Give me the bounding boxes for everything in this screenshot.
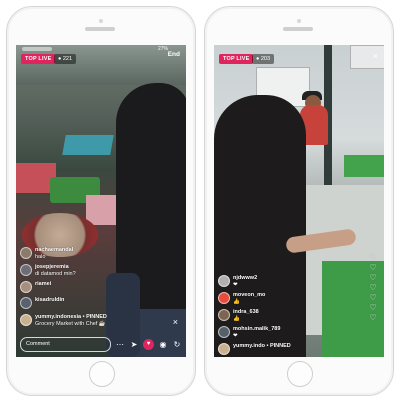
pinned-user[interactable]: yummy.indonesia xyxy=(35,314,81,320)
avatar[interactable] xyxy=(20,297,32,309)
avatar[interactable] xyxy=(218,326,230,338)
home-button[interactable] xyxy=(287,361,313,387)
avatar[interactable] xyxy=(218,292,230,304)
comment-row: indra_638 👍 xyxy=(218,309,358,322)
heart-icon: ♡ xyxy=(369,263,377,272)
comment-message: di datamod min? xyxy=(35,270,76,277)
front-camera xyxy=(297,19,301,23)
comment-row: moveon_mo 👍 xyxy=(218,292,358,305)
heart-icon: ♡ xyxy=(369,293,377,302)
avatar[interactable] xyxy=(218,343,230,355)
speaker-grille xyxy=(85,27,115,31)
top-live-badge: TOP LIVE xyxy=(21,54,56,64)
comment-row: riamei xyxy=(20,281,170,293)
bottom-action-bar: Comment ⋯ ➤ ♥ ◉ ↻ xyxy=(20,336,182,352)
comment-text: njdwww2 ❤ xyxy=(233,275,257,288)
avatar[interactable] xyxy=(20,264,32,276)
comment-user[interactable]: njdwww2 xyxy=(233,275,257,282)
status-bar xyxy=(22,47,52,51)
avatar[interactable] xyxy=(20,314,32,326)
viewer-count: ● 221 xyxy=(54,54,77,64)
comment-text: indra_638 👍 xyxy=(233,309,259,322)
comment-input[interactable]: Comment xyxy=(20,336,111,352)
switch-icon[interactable]: ↻ xyxy=(172,340,182,349)
viewer-count-value: 221 xyxy=(62,56,73,62)
comment-row: njdwww2 ❤ xyxy=(218,275,358,288)
green-crate xyxy=(344,155,384,177)
comment-row: josepjeremia di datamod min? xyxy=(20,264,170,277)
heart-icon: ♡ xyxy=(369,253,377,262)
avatar[interactable] xyxy=(218,275,230,287)
comment-feed: nachaemandal halo josepjeremia di datamo… xyxy=(20,243,170,327)
comment-user[interactable]: mohsin.malik_789 xyxy=(233,326,280,333)
comment-user[interactable]: nachaemandal xyxy=(35,247,73,254)
pinned-tag: • PINNED xyxy=(266,343,291,349)
comment-text: kisadruldin xyxy=(35,297,64,304)
comment-user[interactable]: yummy.indo xyxy=(233,343,265,349)
left-phone: 27% TOP LIVE ● 221 End nachaemandal halo… xyxy=(6,6,196,396)
comment-text: riamei xyxy=(35,281,51,288)
avatar[interactable] xyxy=(20,247,32,259)
comment-user[interactable]: moveon_mo xyxy=(233,292,265,299)
avatar[interactable] xyxy=(218,309,230,321)
home-button[interactable] xyxy=(89,361,115,387)
viewer-count: ● 203 xyxy=(252,54,275,64)
close-icon[interactable]: × xyxy=(373,52,378,61)
eye-icon: ● xyxy=(256,56,260,62)
viewer-count-value: 203 xyxy=(260,56,271,62)
comment-text: mohsin.malik_789 ❤ xyxy=(233,326,280,339)
heart-icon[interactable]: ♥ xyxy=(143,338,154,350)
comment-row: mohsin.malik_789 ❤ xyxy=(218,326,358,339)
comment-text: josepjeremia di datamod min? xyxy=(35,264,76,277)
sign-box xyxy=(350,45,384,69)
comment-feed: njdwww2 ❤ moveon_mo 👍 indra_638 👍 mohsin… xyxy=(218,271,358,355)
right-phone: TOP LIVE ● 203 × njdwww2 ❤ moveon_mo 👍 i… xyxy=(204,6,394,396)
pinned-message: Grocery Market with Chef ☕ xyxy=(35,320,106,327)
more-icon[interactable]: ⋯ xyxy=(115,340,125,349)
end-button[interactable]: End xyxy=(168,51,180,58)
floating-hearts: ♡ ♡ ♡ ♡ ♡ ♡ ♡ xyxy=(368,253,378,323)
comment-user[interactable]: kisadruldin xyxy=(35,297,64,304)
speaker-grille xyxy=(283,27,313,31)
pinned-tag: PINNED xyxy=(86,314,107,320)
avatar[interactable] xyxy=(20,281,32,293)
comment-message: 👍 xyxy=(233,298,240,305)
comment-text: moveon_mo 👍 xyxy=(233,292,265,305)
comment-row: yummy.indo • PINNED xyxy=(218,343,358,355)
comment-message: ❤ xyxy=(233,281,238,288)
comment-message: ❤ xyxy=(233,332,238,339)
comment-user[interactable]: indra_638 xyxy=(233,309,259,316)
heart-icon: ♡ xyxy=(369,273,377,282)
pinned-header: yummy.indonesia • PINNED xyxy=(35,314,107,321)
top-live-badge: TOP LIVE xyxy=(219,54,254,64)
send-icon[interactable]: ➤ xyxy=(129,340,139,349)
front-camera xyxy=(99,19,103,23)
blue-table xyxy=(62,135,114,155)
camera-icon[interactable]: ◉ xyxy=(158,340,168,349)
comment-message: 👍 xyxy=(233,315,240,322)
pinned-text: yummy.indonesia • PINNED Grocery Market … xyxy=(35,314,107,327)
heart-icon: ♡ xyxy=(369,313,377,322)
heart-icon: ♡ xyxy=(369,303,377,312)
comment-text: yummy.indo • PINNED xyxy=(233,343,291,350)
comment-row: kisadruldin xyxy=(20,297,170,309)
live-video-screen: TOP LIVE ● 203 × njdwww2 ❤ moveon_mo 👍 i… xyxy=(214,45,384,357)
live-video-screen: 27% TOP LIVE ● 221 End nachaemandal halo… xyxy=(16,45,186,357)
comment-message: halo xyxy=(35,253,46,260)
comment-text: nachaemandal halo xyxy=(35,247,73,260)
comment-user[interactable]: riamei xyxy=(35,281,51,288)
comment-row: nachaemandal halo xyxy=(20,247,170,260)
heart-icon: ♡ xyxy=(369,283,377,292)
comment-user-line: yummy.indo • PINNED xyxy=(233,343,291,350)
battery-status: 27% xyxy=(157,46,168,52)
pinned-comment: yummy.indonesia • PINNED Grocery Market … xyxy=(20,314,170,327)
eye-icon: ● xyxy=(58,56,62,62)
close-pinned-icon[interactable]: × xyxy=(173,318,178,327)
